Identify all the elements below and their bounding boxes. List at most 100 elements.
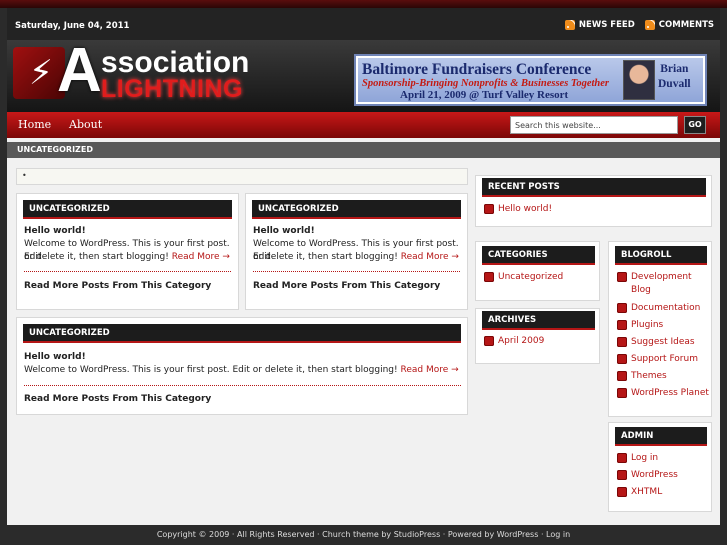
category-item[interactable]: Uncategorized — [484, 271, 563, 284]
category-label: Uncategorized — [498, 272, 564, 282]
notice-text: • — [22, 171, 27, 180]
archive-label: April 2009 — [498, 336, 545, 346]
category-post-box: UNCATEGORIZED Hello world! Welcome to Wo… — [16, 317, 468, 415]
ad-banner[interactable]: Baltimore Fundraisers Conference Sponsor… — [354, 54, 707, 106]
post-title-link[interactable]: Hello world! — [24, 351, 86, 364]
date-bar: Saturday, June 04, 2011 NEWS FEED COMMEN… — [7, 8, 720, 40]
widget-heading: CATEGORIES — [482, 246, 595, 265]
main-nav: Home About Search this website... GO — [7, 112, 720, 138]
banner-title: Baltimore Fundraisers Conference — [362, 61, 592, 78]
more-posts-link[interactable]: Read More Posts From This Category — [253, 280, 440, 293]
read-more-link[interactable]: Read More → — [401, 252, 459, 262]
post-category-heading: UNCATEGORIZED — [252, 200, 461, 219]
blogroll-label: Support Forum — [631, 354, 698, 364]
blogroll-label: Plugins — [631, 320, 664, 330]
speaker-name: Brian Duvall — [658, 62, 691, 92]
post-excerpt-end: or delete it, then start blogging! — [24, 252, 169, 262]
bullet-icon — [484, 272, 494, 282]
divider — [253, 271, 460, 272]
widget-heading: ARCHIVES — [482, 311, 595, 330]
admin-label: WordPress — [631, 470, 678, 480]
news-feed-link[interactable]: NEWS FEED — [564, 20, 635, 30]
archives-widget: ARCHIVES April 2009 — [475, 308, 600, 364]
search-input[interactable]: Search this website... — [510, 116, 678, 134]
post-title-link[interactable]: Hello world! — [24, 225, 86, 238]
blogroll-label: Development Blog — [631, 272, 692, 295]
more-posts-link[interactable]: Read More Posts From This Category — [24, 280, 211, 293]
widget-heading: ADMIN — [615, 427, 707, 446]
admin-item[interactable]: XHTML — [617, 486, 662, 499]
admin-label: XHTML — [631, 487, 663, 497]
category-post-box: UNCATEGORIZED Hello world! Welcome to Wo… — [245, 193, 468, 310]
site-footer: Copyright © 2009 · All Rights Reserved ·… — [7, 525, 720, 545]
post-excerpt: Welcome to WordPress. This is your first… — [24, 365, 398, 375]
banner-subtitle: Sponsorship-Bringing Nonprofits & Busine… — [362, 78, 610, 89]
bullet-icon — [617, 272, 627, 282]
bullet-icon — [617, 320, 627, 330]
admin-item[interactable]: Log in — [617, 452, 658, 465]
top-strip — [0, 0, 727, 8]
blogroll-item[interactable]: Suggest Ideas — [617, 336, 695, 349]
recent-posts-widget: RECENT POSTS Hello world! — [475, 175, 712, 227]
comments-feed-label: COMMENTS — [658, 20, 714, 30]
logo-letter-a: A — [57, 36, 102, 105]
banner-date: April 21, 2009 @ Turf Valley Resort — [400, 89, 569, 101]
site-header: ⚡ A ssociation LIGHTNING Baltimore Fundr… — [7, 40, 720, 112]
nav-home[interactable]: Home — [18, 118, 51, 131]
blogroll-item[interactable]: Documentation — [617, 302, 700, 315]
categories-widget: CATEGORIES Uncategorized — [475, 241, 600, 301]
read-more-link[interactable]: Read More → — [401, 365, 459, 375]
current-date: Saturday, June 04, 2011 — [15, 21, 130, 31]
blogroll-item[interactable]: Plugins — [617, 319, 663, 332]
more-posts-link[interactable]: Read More Posts From This Category — [24, 393, 211, 406]
comments-feed-link[interactable]: COMMENTS — [644, 20, 714, 30]
page-wrapper: Saturday, June 04, 2011 NEWS FEED COMMEN… — [7, 8, 720, 545]
post-excerpt-end: or delete it, then start blogging! — [253, 252, 398, 262]
bullet-icon — [617, 487, 627, 497]
archive-item[interactable]: April 2009 — [484, 335, 544, 348]
post-category-heading: UNCATEGORIZED — [23, 200, 232, 219]
notice-bar: • — [16, 168, 468, 185]
bullet-icon — [617, 453, 627, 463]
post-excerpt-line: Welcome to WordPress. This is your first… — [24, 364, 459, 377]
widget-heading: BLOGROLL — [615, 246, 707, 265]
blogroll-label: Documentation — [631, 303, 701, 313]
blogroll-item[interactable]: Themes — [617, 370, 667, 383]
bullet-icon — [617, 303, 627, 313]
admin-label: Log in — [631, 453, 659, 463]
recent-post-item[interactable]: Hello world! — [484, 203, 552, 216]
blogroll-label: Themes — [631, 371, 667, 381]
news-feed-label: NEWS FEED — [578, 20, 635, 30]
logo-word-lightning: LIGHTNING — [101, 75, 243, 103]
blogroll-item[interactable]: Support Forum — [617, 353, 698, 366]
divider — [24, 271, 231, 272]
breadcrumb: UNCATEGORIZED — [7, 142, 720, 158]
post-category-heading: UNCATEGORIZED — [23, 324, 461, 343]
bullet-icon — [484, 204, 494, 214]
category-post-box: UNCATEGORIZED Hello world! Welcome to Wo… — [16, 193, 239, 310]
rss-icon — [564, 20, 575, 30]
admin-item[interactable]: WordPress — [617, 469, 678, 482]
site-logo[interactable]: ⚡ A ssociation LIGHTNING — [13, 40, 265, 108]
bullet-icon — [617, 337, 627, 347]
logo-word-association: ssociation — [101, 46, 250, 79]
post-title-link[interactable]: Hello world! — [253, 225, 315, 238]
bullet-icon — [484, 336, 494, 346]
recent-post-label: Hello world! — [498, 204, 553, 214]
read-more-link[interactable]: Read More → — [172, 252, 230, 262]
speaker-last-name: Duvall — [658, 78, 691, 90]
nav-about[interactable]: About — [69, 118, 102, 131]
bullet-icon — [617, 354, 627, 364]
admin-widget: ADMIN Log in WordPress XHTML — [608, 422, 712, 512]
bullet-icon — [617, 470, 627, 480]
blogroll-label: Suggest Ideas — [631, 337, 695, 347]
blogroll-label: WordPress Planet — [631, 388, 709, 398]
search-go-button[interactable]: GO — [684, 116, 706, 134]
speaker-photo — [623, 60, 655, 100]
blogroll-item[interactable]: WordPress Planet — [617, 387, 709, 400]
bullet-icon — [617, 388, 627, 398]
bullet-icon — [617, 371, 627, 381]
post-excerpt-line2: or delete it, then start blogging! Read … — [253, 251, 459, 264]
post-excerpt-line2: or delete it, then start blogging! Read … — [24, 251, 230, 264]
blogroll-item[interactable]: Development Blog — [617, 271, 709, 297]
